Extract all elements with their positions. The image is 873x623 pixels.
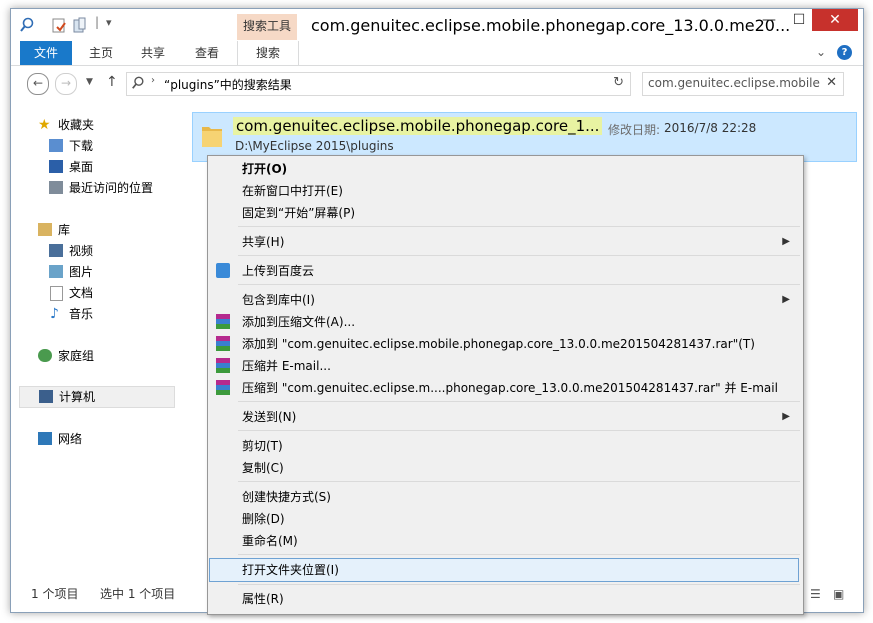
menu-item-create-shortcut[interactable]: 创建快捷方式(S) — [210, 486, 800, 508]
qat-customize-icon[interactable]: ▾ — [106, 16, 112, 29]
file-name[interactable]: com.genuitec.eclipse.mobile.phonegap.cor… — [233, 117, 603, 135]
menu-item-copy[interactable]: 复制(C) — [210, 457, 800, 479]
menu-item-open[interactable]: 打开(O) — [210, 158, 800, 180]
picture-icon — [49, 265, 63, 278]
computer-icon — [39, 390, 53, 403]
menu-item-delete[interactable]: 删除(D) — [210, 508, 800, 530]
menu-item-properties[interactable]: 属性(R) — [210, 588, 800, 610]
status-selected-count: 选中 1 个项目 — [100, 587, 176, 601]
details-view-icon[interactable]: ☰ — [810, 587, 821, 601]
menu-item-upload-baidu[interactable]: 上传到百度云 — [210, 260, 800, 282]
menu-item-open-new-window[interactable]: 在新窗口中打开(E) — [210, 180, 800, 202]
forward-button[interactable]: → — [55, 73, 77, 95]
homegroup-icon — [38, 349, 52, 362]
star-icon: ★ — [38, 117, 51, 133]
menu-item-compress-email[interactable]: 压缩并 E-mail... — [210, 355, 800, 377]
desktop-icon — [49, 160, 63, 173]
submenu-arrow-icon: ▶ — [782, 411, 790, 422]
menu-item-compress-rar-email[interactable]: 压缩到 "com.genuitec.eclipse.m....phonegap.… — [210, 377, 800, 399]
properties-icon[interactable] — [51, 17, 67, 33]
video-icon — [49, 244, 63, 257]
menu-item-add-to-rar[interactable]: 添加到 "com.genuitec.eclipse.mobile.phonega… — [210, 333, 800, 355]
menu-separator — [238, 481, 800, 482]
context-menu: 打开(O) 在新窗口中打开(E) 固定到“开始”屏幕(P) 共享(H) ▶ 上传… — [207, 155, 804, 615]
menu-separator — [238, 255, 800, 256]
navigation-pane: ★ 收藏夹 下载 桌面 最近访问的位置 库 视频 图片 文档 ♪ 音乐 家庭组 … — [11, 107, 181, 577]
tab-file[interactable]: 文件 — [20, 41, 72, 65]
refresh-icon[interactable]: ↻ — [613, 75, 624, 90]
music-icon: ♪ — [50, 306, 59, 322]
modified-value: 2016/7/8 22:28 — [664, 121, 757, 135]
help-icon[interactable]: ? — [837, 45, 852, 60]
winrar-icon — [216, 358, 230, 373]
up-arrow-icon[interactable]: ↑ — [106, 74, 118, 90]
menu-separator — [238, 554, 800, 555]
breadcrumb-chevron-icon[interactable]: › — [151, 75, 155, 86]
window-title: com.genuitec.eclipse.mobile.phonegap.cor… — [311, 16, 791, 35]
library-icon — [38, 223, 52, 236]
ribbon-tabs: 文件 主页 共享 查看 搜索 ⌄ ? — [11, 41, 863, 66]
search-results-icon — [132, 76, 144, 89]
search-icon[interactable] — [19, 17, 35, 33]
tab-home[interactable]: 主页 — [81, 41, 121, 65]
file-path: D:\MyEclipse 2015\plugins — [235, 139, 394, 153]
modified-label: 修改日期: — [608, 123, 661, 137]
recent-places-icon — [49, 181, 63, 194]
clear-search-icon[interactable]: ✕ — [826, 75, 837, 90]
status-item-count: 1 个项目 — [31, 587, 79, 601]
baidu-cloud-icon — [216, 263, 230, 278]
large-icons-view-icon[interactable]: ▣ — [833, 587, 844, 601]
tab-search[interactable]: 搜索 — [237, 41, 299, 65]
winrar-icon — [216, 336, 230, 351]
breadcrumb[interactable]: “plugins”中的搜索结果 — [164, 76, 292, 93]
menu-item-rename[interactable]: 重命名(M) — [210, 530, 800, 552]
menu-item-cut[interactable]: 剪切(T) — [210, 435, 800, 457]
address-bar[interactable]: › “plugins”中的搜索结果 ↻ — [126, 72, 631, 96]
winrar-icon — [216, 314, 230, 329]
network-icon — [38, 432, 52, 445]
recent-locations-icon[interactable]: ▼ — [86, 77, 93, 87]
menu-item-open-folder-location[interactable]: 打开文件夹位置(I) — [209, 558, 799, 582]
menu-separator — [238, 226, 800, 227]
close-button[interactable]: ✕ — [812, 9, 858, 31]
qat-separator: | — [95, 15, 100, 29]
downloads-icon — [49, 139, 63, 152]
menu-item-send-to[interactable]: 发送到(N) ▶ — [210, 406, 800, 428]
tab-view[interactable]: 查看 — [187, 41, 227, 65]
contextual-tab-group: 搜索工具 — [237, 14, 297, 40]
document-icon — [50, 286, 63, 301]
search-box[interactable]: com.genuitec.eclipse.mobile.p ✕ — [642, 72, 844, 96]
chevron-down-icon[interactable]: ⌄ — [816, 45, 826, 59]
menu-item-add-to-archive[interactable]: 添加到压缩文件(A)... — [210, 311, 800, 333]
maximize-button[interactable]: ☐ — [784, 9, 814, 31]
submenu-arrow-icon: ▶ — [782, 294, 790, 305]
folder-icon — [202, 127, 222, 147]
menu-separator — [238, 284, 800, 285]
menu-separator — [238, 430, 800, 431]
new-folder-icon[interactable] — [73, 17, 89, 33]
tab-share[interactable]: 共享 — [133, 41, 173, 65]
minimize-button[interactable]: — — [754, 9, 784, 31]
menu-separator — [238, 401, 800, 402]
nav-computer[interactable]: 计算机 — [19, 386, 175, 408]
title-bar: | ▾ 搜索工具 com.genuitec.eclipse.mobile.pho… — [11, 9, 863, 41]
menu-item-share[interactable]: 共享(H) ▶ — [210, 231, 800, 253]
menu-item-pin-to-start[interactable]: 固定到“开始”屏幕(P) — [210, 202, 800, 224]
menu-separator — [238, 584, 800, 585]
back-button[interactable]: ← — [27, 73, 49, 95]
winrar-icon — [216, 380, 230, 395]
menu-item-include-library[interactable]: 包含到库中(I) ▶ — [210, 289, 800, 311]
submenu-arrow-icon: ▶ — [782, 236, 790, 247]
search-input[interactable]: com.genuitec.eclipse.mobile.p — [648, 76, 820, 90]
